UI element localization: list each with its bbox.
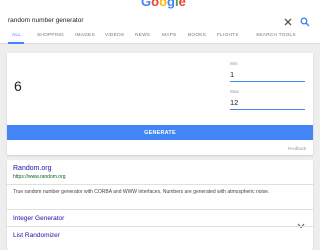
- divider: [7, 226, 313, 227]
- logo-letter: o: [159, 0, 168, 9]
- divider: [7, 184, 313, 185]
- sublink-list-randomizer[interactable]: List Randomizer: [13, 232, 60, 239]
- tab-images[interactable]: IMAGES: [75, 33, 95, 38]
- result-title-link[interactable]: Random.org: [13, 165, 52, 172]
- random-number-generator-card: 6 Min Max GENERATE Feedback: [7, 53, 313, 155]
- result-url: https://www.random.org: [13, 174, 66, 180]
- generated-number: 6: [14, 78, 22, 94]
- tab-all[interactable]: ALL: [12, 33, 21, 38]
- feedback-link[interactable]: Feedback: [288, 146, 306, 151]
- result-snippet: True random number generator with CORBA …: [13, 189, 270, 195]
- search-result-card: Random.org https://www.random.org True r…: [7, 160, 313, 250]
- divider: [7, 209, 313, 210]
- close-icon[interactable]: [283, 14, 293, 26]
- min-field-underline: [230, 81, 305, 82]
- min-label: Min: [230, 62, 238, 67]
- logo-letter: o: [151, 0, 160, 9]
- max-field-underline: [230, 109, 305, 110]
- min-field[interactable]: [230, 70, 305, 79]
- active-tab-indicator: [8, 42, 24, 44]
- search-icon[interactable]: [300, 14, 310, 27]
- max-label: Max: [230, 90, 240, 95]
- logo-letter: e: [178, 0, 186, 9]
- logo-letter: G: [141, 0, 152, 9]
- search-input[interactable]: [8, 12, 268, 28]
- tab-books[interactable]: BOOKS: [188, 33, 206, 38]
- google-logo[interactable]: Google: [141, 0, 186, 9]
- tab-flights[interactable]: FLIGHTS: [217, 33, 239, 38]
- tab-news[interactable]: NEWS: [135, 33, 150, 38]
- tab-videos[interactable]: VIDEOS: [105, 33, 124, 38]
- tab-shopping[interactable]: SHOPPING: [37, 33, 64, 38]
- chevron-down-icon[interactable]: [297, 216, 305, 229]
- tab-maps[interactable]: MAPS: [162, 33, 176, 38]
- logo-letter: g: [167, 0, 175, 9]
- search-tabs: ALL SHOPPING IMAGES VIDEOS NEWS MAPS BOO…: [0, 29, 320, 44]
- tab-search-tools[interactable]: SEARCH TOOLS: [256, 33, 296, 38]
- sublink-integer-generator[interactable]: Integer Generator: [13, 215, 64, 222]
- generate-button[interactable]: GENERATE: [7, 125, 313, 140]
- max-field[interactable]: [230, 98, 305, 107]
